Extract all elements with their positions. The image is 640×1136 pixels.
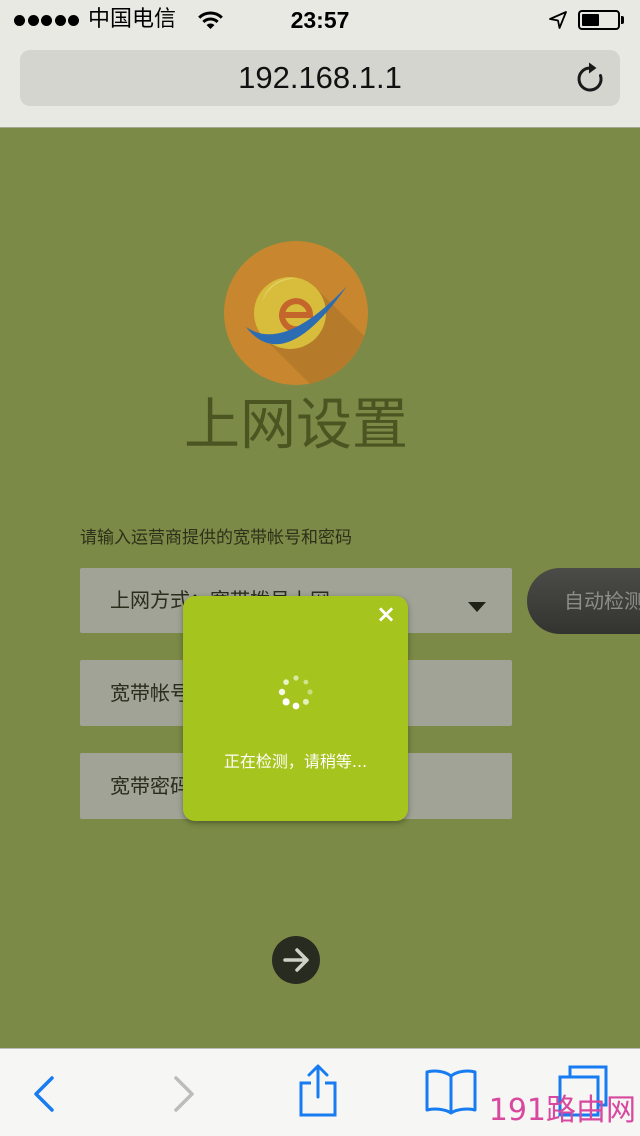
battery-level [582,14,599,26]
globe-logo-icon [224,241,368,385]
share-icon[interactable] [297,1063,339,1117]
instruction-text: 请输入运营商提供的宽带帐号和密码 [80,528,352,548]
reload-icon[interactable] [576,62,604,94]
location-arrow-icon [548,10,568,30]
battery-nub [621,16,624,24]
address-bar[interactable]: 192.168.1.1 [20,50,620,106]
forward-icon[interactable] [170,1074,198,1114]
signal-strength-icon [14,15,82,26]
url-text: 192.168.1.1 [238,60,402,95]
carrier-name: 中国电信 [88,7,177,32]
arrow-right-icon [283,948,309,972]
watermark: 191路由网 [488,1093,636,1128]
next-step-button[interactable] [272,936,320,984]
bookmarks-icon[interactable] [424,1067,478,1115]
auto-detect-button[interactable]: 自动检测 [527,568,640,634]
detecting-message: 正在检测，请稍等... [223,752,368,771]
router-setup-page: 上网设置 请输入运营商提供的宽带帐号和密码 上网方式：宽带拨号上网 自动检测 × [0,128,640,1048]
loading-spinner-icon [272,668,320,716]
back-icon[interactable] [30,1074,58,1114]
detecting-modal: × 正在检测，请稍等... [183,596,408,821]
browser-top-chrome: 中国电信 23:57 192.168.1.1 [0,0,640,128]
close-icon[interactable]: × [374,600,398,628]
battery-icon [578,10,620,30]
status-time: 23:57 [290,7,350,33]
page-title: 上网设置 [184,393,408,458]
chevron-down-icon [468,597,486,612]
